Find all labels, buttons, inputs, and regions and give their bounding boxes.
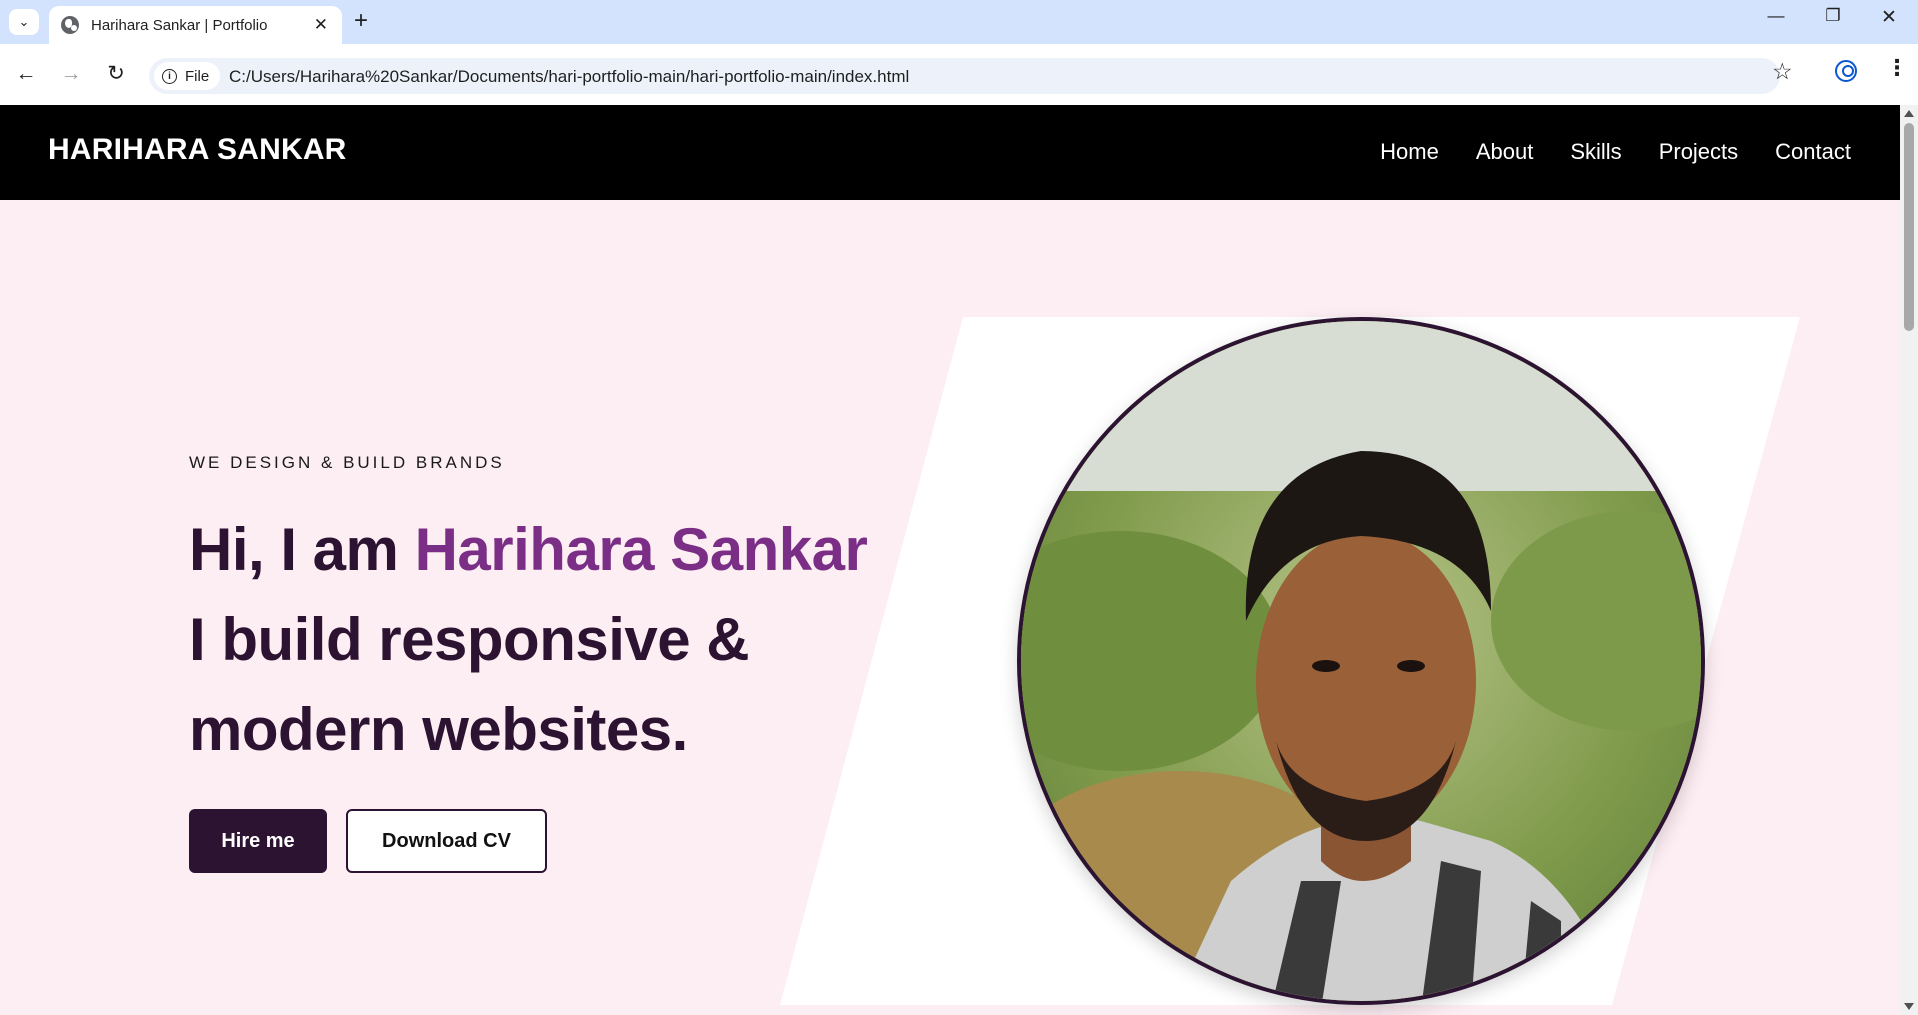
kebab-menu-icon[interactable]: ⋮ bbox=[1886, 57, 1908, 79]
address-bar[interactable]: i File C:/Users/Harihara%20Sankar/Docume… bbox=[149, 58, 1780, 94]
hire-me-button[interactable]: Hire me bbox=[189, 809, 327, 873]
globe-icon bbox=[61, 16, 79, 34]
portrait-eye-right bbox=[1397, 660, 1425, 672]
portrait-eye-left bbox=[1312, 660, 1340, 672]
scroll-thumb[interactable] bbox=[1904, 123, 1914, 331]
profile-photo bbox=[1017, 317, 1705, 1005]
nav-skills[interactable]: Skills bbox=[1570, 139, 1621, 165]
site-info-chip[interactable]: i File bbox=[154, 62, 220, 90]
page-viewport: HARIHARA SANKAR Home About Skills Projec… bbox=[0, 105, 1900, 1015]
minimize-icon[interactable]: — bbox=[1761, 6, 1791, 26]
reload-icon[interactable]: ↻ bbox=[101, 59, 131, 89]
close-icon[interactable]: ✕ bbox=[314, 15, 328, 35]
site-logo[interactable]: HARIHARA SANKAR bbox=[48, 133, 347, 167]
nav-about[interactable]: About bbox=[1476, 139, 1534, 165]
download-cv-button[interactable]: Download CV bbox=[346, 809, 547, 873]
headline-line-3: modern websites. bbox=[189, 696, 688, 763]
site-chip-label: File bbox=[185, 67, 210, 85]
browser-tab-bar: ⌄ Harihara Sankar | Portfolio ✕ + — ❐ ✕ bbox=[0, 0, 1918, 44]
window-close-icon[interactable]: ✕ bbox=[1874, 6, 1904, 29]
nav-projects[interactable]: Projects bbox=[1659, 139, 1738, 165]
plus-icon[interactable]: + bbox=[354, 8, 368, 34]
headline-line-1: Hi, I am Harihara Sankar bbox=[189, 505, 989, 595]
info-icon: i bbox=[162, 68, 177, 84]
headline-greeting: Hi, I am bbox=[189, 516, 415, 583]
url-text[interactable]: C:/Users/Harihara%20Sankar/Documents/har… bbox=[229, 67, 909, 87]
browser-tab[interactable]: Harihara Sankar | Portfolio ✕ bbox=[49, 6, 342, 44]
hero-eyebrow: WE DESIGN & BUILD BRANDS bbox=[189, 453, 505, 472]
scroll-up-arrow-icon[interactable] bbox=[1904, 110, 1914, 117]
portrait-illustration bbox=[1021, 321, 1701, 1001]
nav-home[interactable]: Home bbox=[1380, 139, 1439, 165]
scroll-down-arrow-icon[interactable] bbox=[1904, 1003, 1914, 1010]
arrow-right-icon[interactable]: → bbox=[56, 59, 86, 89]
site-navbar: HARIHARA SANKAR Home About Skills Projec… bbox=[0, 105, 1900, 200]
chevron-down-icon[interactable]: ⌄ bbox=[9, 9, 39, 35]
headline-line-2: I build responsive & bbox=[189, 606, 750, 673]
profile-icon[interactable] bbox=[1835, 60, 1857, 82]
browser-toolbar: ← → ↻ i File C:/Users/Harihara%20Sankar/… bbox=[0, 44, 1918, 105]
nav-links: Home About Skills Projects Contact bbox=[1343, 139, 1851, 165]
portrait-face bbox=[1256, 531, 1476, 831]
star-icon[interactable]: ☆ bbox=[1772, 58, 1793, 85]
arrow-left-icon[interactable]: ← bbox=[11, 59, 41, 89]
page-scrollbar[interactable] bbox=[1900, 105, 1918, 1015]
restore-icon[interactable]: ❐ bbox=[1818, 6, 1848, 26]
nav-contact[interactable]: Contact bbox=[1775, 139, 1851, 165]
tab-title: Harihara Sankar | Portfolio bbox=[91, 16, 268, 34]
headline-name: Harihara Sankar bbox=[414, 516, 868, 583]
hero-headline: Hi, I am Harihara Sankar I build respons… bbox=[189, 505, 989, 775]
